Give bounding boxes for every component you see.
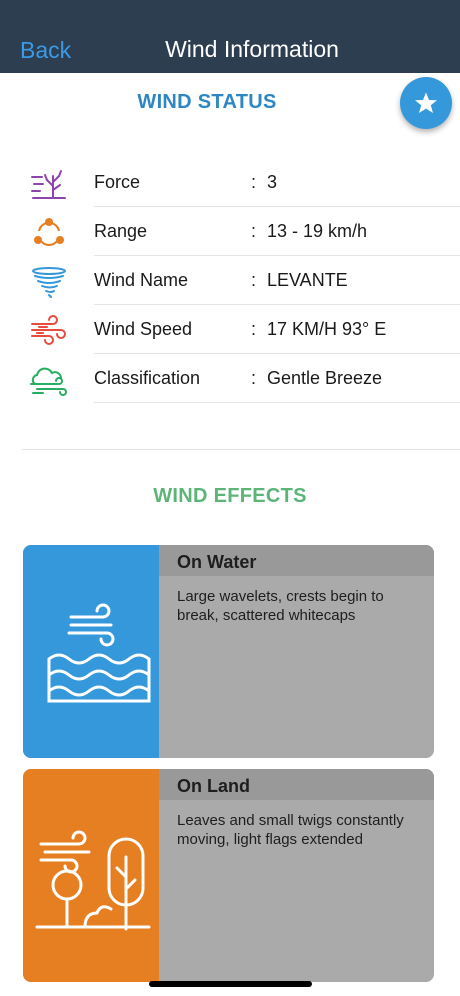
card-heading: On Water bbox=[177, 552, 257, 572]
favorite-button[interactable] bbox=[400, 77, 452, 129]
wind-waves-icon bbox=[47, 603, 151, 703]
status-label: Range bbox=[94, 221, 148, 241]
status-value-range: 13 - 19 km/h bbox=[267, 221, 368, 241]
page-title: Wind Information bbox=[165, 36, 339, 62]
status-row-classification: Classification : Gentle Breeze bbox=[0, 354, 460, 403]
card-description: Large wavelets, crests begin to break, s… bbox=[177, 588, 384, 624]
status-label: Force bbox=[94, 172, 141, 192]
status-row-wind-name: Wind Name : LEVANTE bbox=[0, 256, 460, 305]
land-illustration bbox=[23, 769, 159, 982]
status-value-classification: Gentle Breeze bbox=[267, 368, 383, 388]
status-colon: : bbox=[251, 368, 257, 388]
water-illustration bbox=[23, 545, 159, 758]
effect-card-water: On Water Large wavelets, crests begin to… bbox=[23, 545, 434, 758]
status-value-wind-name: LEVANTE bbox=[267, 270, 348, 290]
status-colon: : bbox=[251, 319, 257, 339]
status-label: Classification bbox=[94, 368, 201, 388]
section-divider bbox=[22, 449, 460, 450]
card-header: On Water bbox=[159, 545, 434, 576]
wind-effects-heading: WIND EFFECTS bbox=[153, 485, 307, 507]
status-row-wind-speed: Wind Speed : 17 KM/H 93° E bbox=[0, 305, 460, 354]
status-row-force: Force : 3 bbox=[0, 158, 460, 207]
status-colon: : bbox=[251, 221, 257, 241]
home-indicator[interactable] bbox=[149, 981, 312, 987]
tree-wind-icon bbox=[31, 170, 66, 199]
status-colon: : bbox=[251, 172, 257, 192]
status-value-force: 3 bbox=[267, 172, 278, 192]
tornado-icon bbox=[32, 267, 66, 298]
status-value-wind-speed: 17 KM/H 93° E bbox=[267, 319, 387, 339]
wind-trees-icon bbox=[35, 830, 151, 931]
effect-card-land: On Land Leaves and small twigs constantl… bbox=[23, 769, 434, 982]
row-divider bbox=[94, 402, 460, 403]
star-icon bbox=[415, 92, 437, 113]
cycle-icon bbox=[34, 218, 64, 246]
wind-status-heading: WIND STATUS bbox=[137, 91, 277, 113]
status-label: Wind Speed bbox=[94, 319, 193, 339]
wind-speed-icon bbox=[31, 315, 66, 345]
status-label: Wind Name bbox=[94, 270, 189, 290]
cloud-wind-icon bbox=[30, 367, 67, 396]
status-colon: : bbox=[251, 270, 257, 290]
card-heading: On Land bbox=[177, 776, 250, 796]
status-row-range: Range : 13 - 19 km/h bbox=[0, 207, 460, 256]
card-header: On Land bbox=[159, 769, 434, 800]
card-description: Leaves and small twigs constantly moving… bbox=[177, 812, 404, 848]
navigation-bar: Back Wind Information bbox=[0, 0, 460, 73]
